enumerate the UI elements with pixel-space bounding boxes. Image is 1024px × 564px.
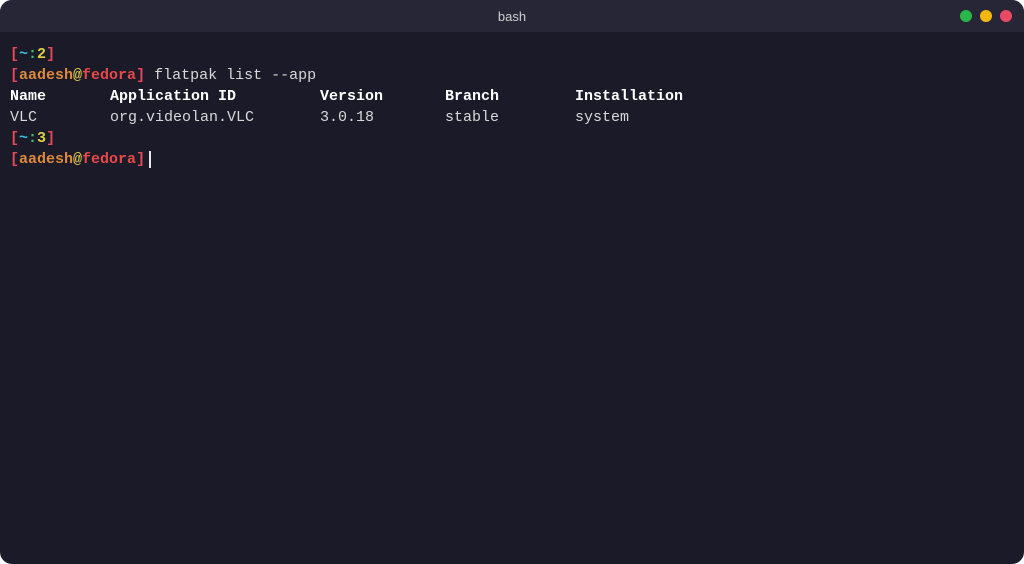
close-button[interactable] xyxy=(1000,10,1012,22)
terminal-window: bash [~:2][aadesh@fedora] flatpak list -… xyxy=(0,0,1024,564)
window-title: bash xyxy=(498,9,526,24)
terminal-body[interactable]: [~:2][aadesh@fedora] flatpak list --appN… xyxy=(0,32,1024,182)
table-row: VLCorg.videolan.VLC3.0.18stablesystem xyxy=(10,107,1014,128)
cell-name: VLC xyxy=(10,107,110,128)
prompt-context-line: [~:2] xyxy=(10,44,1014,65)
maximize-button[interactable] xyxy=(980,10,992,22)
minimize-button[interactable] xyxy=(960,10,972,22)
table-header-row: NameApplication IDVersionBranchInstallat… xyxy=(10,86,1014,107)
header-app-id: Application ID xyxy=(110,86,320,107)
header-version: Version xyxy=(320,86,445,107)
cell-installation: system xyxy=(575,109,629,126)
header-installation: Installation xyxy=(575,88,683,105)
title-bar: bash xyxy=(0,0,1024,32)
cursor-icon xyxy=(149,151,151,168)
header-name: Name xyxy=(10,86,110,107)
prompt-line-current: [aadesh@fedora] xyxy=(10,149,1014,170)
header-branch: Branch xyxy=(445,86,575,107)
cell-version: 3.0.18 xyxy=(320,107,445,128)
cell-branch: stable xyxy=(445,107,575,128)
command-line: [aadesh@fedora] flatpak list --app xyxy=(10,65,1014,86)
cell-app-id: org.videolan.VLC xyxy=(110,107,320,128)
command-text: flatpak list --app xyxy=(145,67,316,84)
window-controls xyxy=(960,10,1012,22)
prompt-context-line-2: [~:3] xyxy=(10,128,1014,149)
